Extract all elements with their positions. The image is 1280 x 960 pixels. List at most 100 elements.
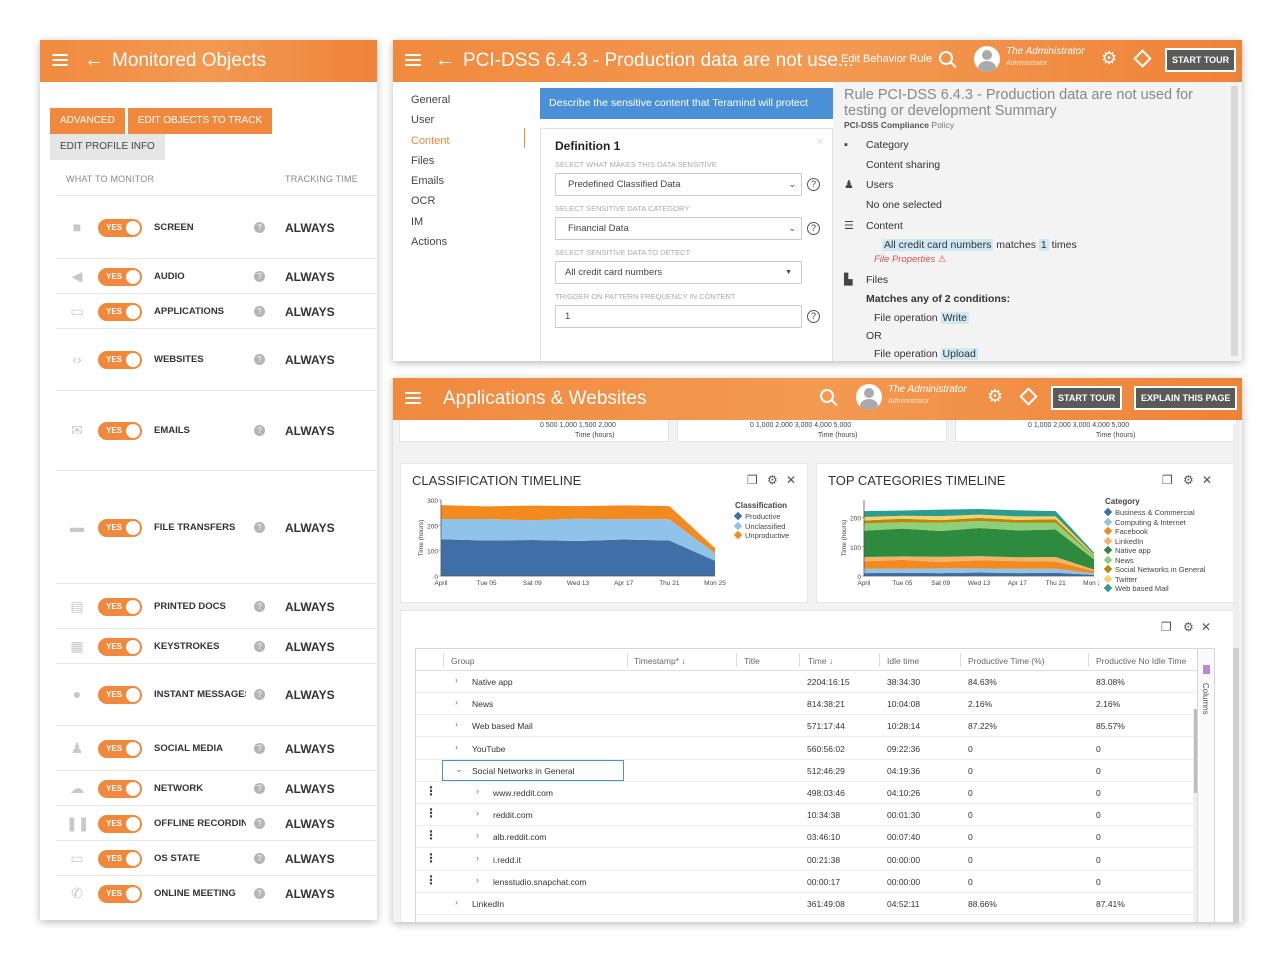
- column-group[interactable]: Group: [451, 656, 475, 666]
- legend-item[interactable]: Native app: [1103, 545, 1205, 556]
- chevron-right-icon[interactable]: ›: [455, 675, 458, 685]
- tracking-value[interactable]: Always: [285, 221, 335, 235]
- frequency-input[interactable]: 1: [555, 305, 802, 328]
- explain-page-button[interactable]: Explain this page: [1134, 386, 1238, 410]
- table-row[interactable]: › LinkedIn 361:49:08 04:52:11 88.66% 87.41%: [416, 893, 1210, 915]
- column-productive-no-idle[interactable]: Productive No Idle Time: [1096, 656, 1186, 666]
- nav-user[interactable]: User: [411, 110, 450, 130]
- legend-item[interactable]: Facebook: [1103, 526, 1205, 537]
- data-category-select[interactable]: Financial Data ⌄: [555, 217, 802, 240]
- back-arrow-icon[interactable]: ←: [435, 49, 455, 71]
- column-title[interactable]: Title: [744, 656, 760, 666]
- help-icon[interactable]: ?: [254, 818, 265, 829]
- help-icon[interactable]: ?: [254, 271, 265, 282]
- help-icon[interactable]: ?: [254, 689, 265, 700]
- scrollbar[interactable]: [1231, 86, 1238, 356]
- monitor-toggle[interactable]: YES: [98, 519, 142, 537]
- chevron-right-icon[interactable]: ›: [455, 719, 458, 729]
- monitor-toggle[interactable]: YES: [98, 780, 142, 798]
- table-row[interactable]: › News 814:38:21 10:04:08 2.16% 2.16%: [416, 693, 1210, 716]
- chevron-down-icon[interactable]: ⌄: [455, 764, 463, 775]
- chevron-right-icon[interactable]: ›: [476, 853, 479, 863]
- close-icon[interactable]: ✕: [816, 137, 824, 148]
- help-icon[interactable]: ?: [254, 222, 265, 233]
- diamond-icon[interactable]: [1019, 387, 1038, 406]
- nav-im[interactable]: IM: [411, 212, 450, 232]
- tracking-value[interactable]: Always: [285, 782, 335, 796]
- tracking-value[interactable]: Always: [285, 353, 335, 367]
- monitor-toggle[interactable]: YES: [98, 268, 142, 286]
- table-row[interactable]: ⌄ Social Networks in General 512:46:29 04:1…: [416, 759, 1210, 782]
- monitor-toggle[interactable]: YES: [98, 303, 142, 321]
- monitor-toggle[interactable]: YES: [98, 850, 142, 868]
- tracking-value[interactable]: Always: [285, 817, 335, 831]
- table-row[interactable]: › Native app 2204:16:15 38:34:30 84.63% 83.08…: [416, 671, 1210, 693]
- column-timestamp[interactable]: Timestamp* ↓: [634, 656, 686, 666]
- table-row[interactable]: ⋮ › reddit.com 10:34:38 00:01:30 0 0: [416, 804, 1210, 827]
- hamburger-menu-icon[interactable]: [405, 392, 421, 404]
- chevron-right-icon[interactable]: ›: [476, 830, 479, 840]
- search-icon[interactable]: [939, 51, 953, 65]
- legend-item[interactable]: Web based Mail: [1103, 583, 1205, 594]
- chevron-right-icon[interactable]: ›: [476, 808, 479, 818]
- nav-content[interactable]: Content: [411, 131, 450, 151]
- gear-icon[interactable]: ⚙: [1101, 49, 1117, 67]
- help-icon[interactable]: ?: [254, 601, 265, 612]
- columns-tool-panel[interactable]: Columns: [1197, 648, 1215, 922]
- nav-emails[interactable]: Emails: [411, 171, 450, 191]
- monitor-toggle[interactable]: YES: [98, 422, 142, 440]
- table-row[interactable]: ⋮ › www.reddit.com 498:03:46 04:10:26 0 0: [416, 782, 1210, 804]
- gear-icon[interactable]: ⚙: [1183, 473, 1194, 487]
- help-icon[interactable]: ?: [807, 222, 820, 235]
- close-icon[interactable]: ✕: [1202, 473, 1212, 487]
- tracking-value[interactable]: Always: [285, 887, 335, 901]
- diamond-icon[interactable]: [1133, 49, 1152, 68]
- gear-icon[interactable]: ⚙: [1183, 620, 1194, 634]
- help-icon[interactable]: ?: [254, 783, 265, 794]
- legend-item[interactable]: Computing & Internet: [1103, 517, 1205, 528]
- nav-actions[interactable]: Actions: [411, 232, 450, 252]
- row-drag-handle-icon[interactable]: ⋮: [425, 874, 437, 886]
- row-drag-handle-icon[interactable]: ⋮: [425, 807, 437, 819]
- tracking-value[interactable]: Always: [285, 424, 335, 438]
- monitor-toggle[interactable]: YES: [98, 740, 142, 758]
- gear-icon[interactable]: ⚙: [987, 387, 1003, 405]
- table-row[interactable]: › YouTube 560:56:02 09:22:36 0 0: [416, 738, 1210, 760]
- tracking-value[interactable]: Always: [285, 852, 335, 866]
- help-icon[interactable]: ?: [254, 641, 265, 652]
- help-icon[interactable]: ?: [254, 888, 265, 899]
- legend-item[interactable]: News: [1103, 555, 1205, 566]
- copy-icon[interactable]: ❐: [747, 473, 758, 487]
- start-tour-button[interactable]: Start tour: [1051, 386, 1123, 410]
- edit-profile-button[interactable]: Edit profile info: [50, 134, 165, 160]
- tracking-value[interactable]: Always: [285, 270, 335, 284]
- help-icon[interactable]: ?: [807, 178, 820, 191]
- help-icon[interactable]: ?: [254, 306, 265, 317]
- tracking-value[interactable]: Always: [285, 305, 335, 319]
- monitor-toggle[interactable]: YES: [98, 219, 142, 237]
- legend-item[interactable]: Social Networks in General: [1103, 564, 1205, 575]
- row-drag-handle-icon[interactable]: ⋮: [425, 829, 437, 841]
- row-drag-handle-icon[interactable]: ⋮: [425, 785, 437, 797]
- avatar[interactable]: [856, 384, 882, 410]
- page-scrollbar[interactable]: [1233, 424, 1239, 922]
- search-icon[interactable]: [820, 389, 834, 403]
- hamburger-menu-icon[interactable]: [52, 54, 68, 66]
- hamburger-menu-icon[interactable]: [405, 54, 421, 66]
- legend-item[interactable]: Productive: [733, 511, 789, 522]
- table-row[interactable]: ⋮ › lensstudio.snapchat.com 00:00:17 00:00:0…: [416, 871, 1210, 893]
- legend-item[interactable]: Business & Commercial: [1103, 507, 1205, 518]
- chevron-right-icon[interactable]: ›: [476, 786, 479, 796]
- chevron-right-icon[interactable]: ›: [455, 697, 458, 707]
- help-icon[interactable]: ?: [254, 853, 265, 864]
- scrollbar-thumb[interactable]: [1233, 648, 1239, 922]
- monitor-toggle[interactable]: YES: [98, 885, 142, 903]
- table-row[interactable]: › Web based Mail 571:17:44 10:28:14 87.22% 85…: [416, 715, 1210, 738]
- detect-data-select[interactable]: All credit card numbers ▼: [555, 261, 802, 284]
- help-icon[interactable]: ?: [254, 354, 265, 365]
- monitor-toggle[interactable]: YES: [98, 815, 142, 833]
- avatar[interactable]: [974, 46, 1000, 72]
- legend-item[interactable]: Twitter: [1103, 574, 1205, 585]
- legend-item[interactable]: LinkedIn: [1103, 536, 1205, 547]
- column-idle[interactable]: Idle time: [887, 656, 919, 666]
